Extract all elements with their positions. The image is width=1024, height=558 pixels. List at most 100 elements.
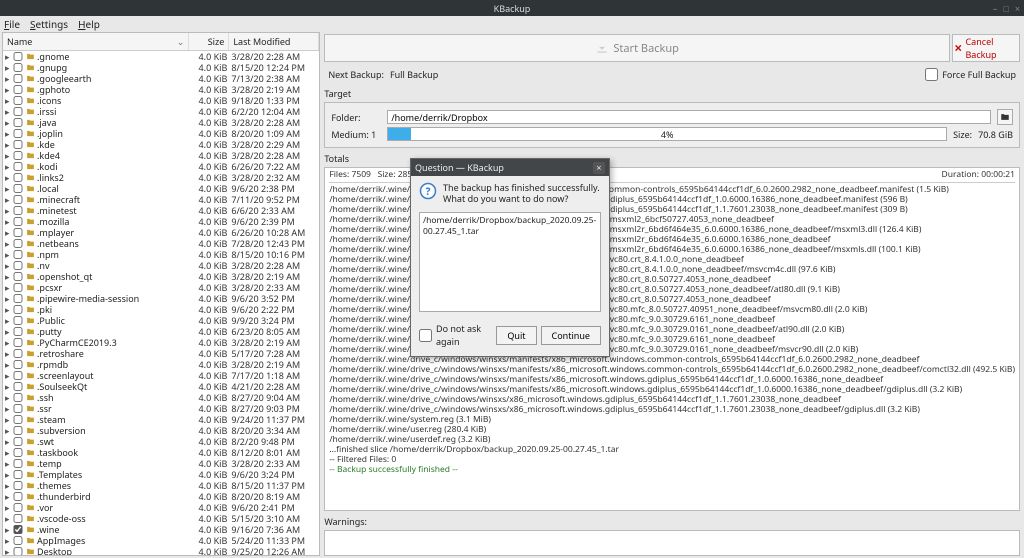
continue-button[interactable]: Continue xyxy=(541,326,601,345)
row-checkbox[interactable] xyxy=(13,228,23,237)
cancel-backup-button[interactable]: Cancel Backup xyxy=(952,34,1020,62)
maximize-icon[interactable]: □ xyxy=(1003,2,1008,15)
row-checkbox[interactable] xyxy=(13,217,23,226)
row-checkbox[interactable] xyxy=(13,195,23,204)
duration-value: 00:00:21 xyxy=(981,169,1015,180)
svg-text:?: ? xyxy=(425,185,430,199)
row-checkbox[interactable] xyxy=(13,514,23,523)
tree-row[interactable]: ▸Desktop4.0 KiB9/25/20 12:26 AM xyxy=(3,546,319,555)
row-checkbox[interactable] xyxy=(13,525,23,534)
row-checkbox[interactable] xyxy=(13,85,23,94)
window-title: KBackup xyxy=(494,2,531,15)
col-size[interactable]: Size xyxy=(189,33,229,50)
folder-input[interactable] xyxy=(387,110,991,124)
minimize-icon[interactable]: – xyxy=(993,2,998,15)
menu-bar: File Settings Help xyxy=(0,16,1024,32)
row-checkbox[interactable] xyxy=(13,349,23,358)
row-checkbox[interactable] xyxy=(13,404,23,413)
row-checkbox[interactable] xyxy=(13,239,23,248)
dialog-file-list: /home/derrik/Dropbox/backup_2020.09.25-0… xyxy=(419,212,601,312)
folder-browse-button[interactable] xyxy=(997,109,1013,125)
row-checkbox[interactable] xyxy=(13,327,23,336)
folder-icon xyxy=(25,371,35,380)
row-checkbox[interactable] xyxy=(13,437,23,446)
folder-icon xyxy=(25,437,35,446)
folder-icon xyxy=(25,261,35,270)
dialog-close-icon[interactable]: × xyxy=(593,162,605,174)
row-checkbox[interactable] xyxy=(13,206,23,215)
medium-size-value: 70.8 GiB xyxy=(978,128,1013,141)
col-name[interactable]: Name⌄ xyxy=(3,33,189,50)
folder-icon xyxy=(25,52,35,61)
row-checkbox[interactable] xyxy=(13,63,23,72)
folder-icon xyxy=(25,404,35,413)
row-checkbox[interactable] xyxy=(13,283,23,292)
row-checkbox[interactable] xyxy=(13,459,23,468)
folder-icon xyxy=(25,140,35,149)
close-icon[interactable]: × xyxy=(1015,2,1020,15)
row-checkbox[interactable] xyxy=(13,492,23,501)
row-checkbox[interactable] xyxy=(13,426,23,435)
log-final-line: -- Backup successfully finished -- xyxy=(329,465,1015,475)
log-line: /home/derrik/.wine/user.reg (280.4 KiB) xyxy=(329,425,1015,435)
row-checkbox[interactable] xyxy=(13,272,23,281)
row-checkbox[interactable] xyxy=(13,129,23,138)
row-checkbox[interactable] xyxy=(13,151,23,160)
start-backup-button[interactable]: Start Backup xyxy=(324,34,950,62)
row-checkbox[interactable] xyxy=(13,118,23,127)
file-size: 4.0 KiB xyxy=(187,545,227,555)
row-checkbox[interactable] xyxy=(13,547,23,555)
row-checkbox[interactable] xyxy=(13,415,23,424)
row-checkbox[interactable] xyxy=(13,173,23,182)
dont-ask-checkbox[interactable] xyxy=(419,329,432,342)
folder-icon xyxy=(25,195,35,204)
log-line: /home/derrik/.wine/drive_c/windows/winsx… xyxy=(329,405,1015,415)
row-checkbox[interactable] xyxy=(13,162,23,171)
row-checkbox[interactable] xyxy=(13,481,23,490)
row-checkbox[interactable] xyxy=(13,184,23,193)
menu-settings[interactable]: Settings xyxy=(30,17,68,31)
quit-button[interactable]: Quit xyxy=(496,326,536,345)
row-checkbox[interactable] xyxy=(13,250,23,259)
row-checkbox[interactable] xyxy=(13,294,23,303)
col-modified[interactable]: Last Modified xyxy=(229,33,319,50)
row-checkbox[interactable] xyxy=(13,393,23,402)
warnings-box xyxy=(324,530,1020,556)
row-checkbox[interactable] xyxy=(13,536,23,545)
start-backup-label: Start Backup xyxy=(613,41,679,56)
row-checkbox[interactable] xyxy=(13,382,23,391)
question-icon: ? xyxy=(419,182,437,200)
log-line: /home/derrik/.wine/system.reg (3.1 MiB) xyxy=(329,415,1015,425)
menu-file[interactable]: File xyxy=(4,17,20,31)
tree-body[interactable]: ▸.gnome4.0 KiB3/28/20 2:28 AM▸.gnupg4.0 … xyxy=(3,51,319,555)
folder-icon xyxy=(25,393,35,402)
duration-label: Duration: xyxy=(942,169,980,180)
folder-icon xyxy=(25,294,35,303)
folder-icon xyxy=(25,74,35,83)
row-checkbox[interactable] xyxy=(13,96,23,105)
row-checkbox[interactable] xyxy=(13,371,23,380)
row-checkbox[interactable] xyxy=(13,107,23,116)
next-backup-value: Full Backup xyxy=(390,68,438,81)
row-checkbox[interactable] xyxy=(13,360,23,369)
medium-size-label: Size: xyxy=(953,128,972,141)
question-dialog: Question — KBackup × ? The backup has fi… xyxy=(410,158,610,357)
expander-icon[interactable]: ▸ xyxy=(5,545,13,555)
row-checkbox[interactable] xyxy=(13,503,23,512)
row-checkbox[interactable] xyxy=(13,261,23,270)
row-checkbox[interactable] xyxy=(13,52,23,61)
row-checkbox[interactable] xyxy=(13,338,23,347)
menu-help[interactable]: Help xyxy=(78,17,100,31)
row-checkbox[interactable] xyxy=(13,140,23,149)
folder-icon xyxy=(25,63,35,72)
force-full-backup-checkbox[interactable] xyxy=(925,68,938,81)
row-checkbox[interactable] xyxy=(13,74,23,83)
medium-progress: 4% xyxy=(387,127,947,141)
row-checkbox[interactable] xyxy=(13,470,23,479)
row-checkbox[interactable] xyxy=(13,305,23,314)
next-backup-label: Next Backup: xyxy=(328,68,384,81)
folder-icon xyxy=(25,283,35,292)
row-checkbox[interactable] xyxy=(13,448,23,457)
log-line: -- Filtered Files: 0 xyxy=(329,455,1015,465)
row-checkbox[interactable] xyxy=(13,316,23,325)
